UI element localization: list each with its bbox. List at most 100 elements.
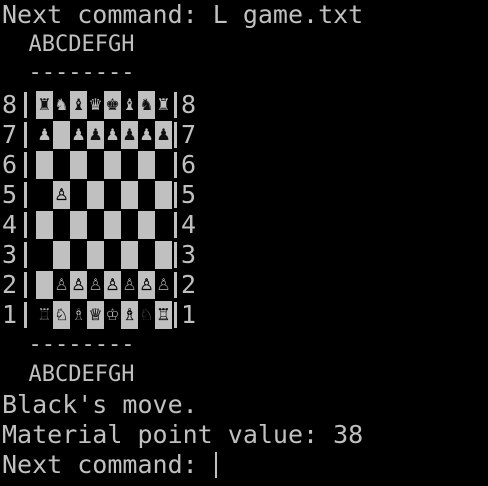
- board-square: ♙: [138, 271, 155, 299]
- board-square: ♟: [70, 121, 87, 149]
- chess-piece: ♛: [88, 95, 103, 114]
- chess-piece: ♘: [54, 305, 69, 324]
- chess-piece: ♝: [122, 95, 137, 114]
- board-square: [138, 151, 155, 179]
- board-square: [121, 211, 138, 239]
- board-square: ♟: [87, 121, 104, 149]
- board-border-left: [24, 302, 27, 328]
- chess-piece: ♞: [54, 95, 69, 114]
- rank-label-right: 2: [181, 270, 197, 299]
- board-border-right: [174, 92, 177, 118]
- rank-label-left: 7: [2, 120, 18, 149]
- board-square: [36, 241, 53, 269]
- board-square: [87, 151, 104, 179]
- chess-piece: ♞: [139, 95, 154, 114]
- rank-label-left: 1: [2, 300, 18, 329]
- board-square: [121, 151, 138, 179]
- board-square: [138, 181, 155, 209]
- board-border-left: [24, 182, 27, 208]
- board-square: ♙: [53, 181, 70, 209]
- dashes-bottom: --------: [2, 332, 135, 357]
- board-square: ♟: [138, 121, 155, 149]
- chess-piece: ♙: [54, 185, 69, 204]
- board-square: ♚: [104, 91, 121, 119]
- board-border-left: [24, 92, 27, 118]
- chess-piece: ♟: [105, 125, 120, 144]
- chess-piece: ♝: [71, 95, 86, 114]
- board-square: ♟: [104, 121, 121, 149]
- board-square: ♜: [155, 91, 172, 119]
- chess-piece: ♘: [139, 305, 154, 324]
- board-square: ♙: [87, 271, 104, 299]
- board-square: [155, 241, 172, 269]
- chess-piece: ♙: [122, 275, 137, 294]
- board-square: ♝: [70, 91, 87, 119]
- chess-piece: ♗: [71, 305, 86, 324]
- board-square: [104, 241, 121, 269]
- board-square: ♗: [70, 301, 87, 329]
- board-square: ♗: [121, 301, 138, 329]
- board-square: ♙: [70, 271, 87, 299]
- chess-piece: ♖: [156, 305, 171, 324]
- rank-label-right: 5: [181, 180, 197, 209]
- rank-label-right: 7: [181, 120, 197, 149]
- board-square: [53, 241, 70, 269]
- board-square: ♙: [53, 271, 70, 299]
- board-square: [104, 211, 121, 239]
- command-prompt[interactable]: Next command:: [2, 450, 217, 480]
- board-square: ♙: [104, 271, 121, 299]
- board-border-right: [174, 212, 177, 238]
- board-square: ♝: [121, 91, 138, 119]
- board-square: [155, 151, 172, 179]
- board-square: [121, 241, 138, 269]
- board-square: [138, 211, 155, 239]
- board-square: ♖: [36, 301, 53, 329]
- board-square: [70, 211, 87, 239]
- board-square: [53, 151, 70, 179]
- board-square: ♖: [155, 301, 172, 329]
- board-square: ♟: [121, 121, 138, 149]
- chess-piece: ♚: [105, 95, 120, 114]
- chess-piece: ♙: [139, 275, 154, 294]
- board-square: [36, 271, 53, 299]
- board-square: [53, 211, 70, 239]
- chess-piece: ♙: [105, 275, 120, 294]
- board-border-right: [174, 122, 177, 148]
- board-square: [36, 151, 53, 179]
- board-border-left: [24, 242, 27, 268]
- board-square: [87, 211, 104, 239]
- board-square: [87, 241, 104, 269]
- file-labels-top: ABCDEFGH: [2, 32, 135, 57]
- board-square: ♟: [155, 121, 172, 149]
- chess-piece: ♟: [122, 125, 137, 144]
- chess-piece: ♙: [71, 275, 86, 294]
- chess-piece: ♟: [37, 125, 52, 144]
- board-square: [138, 241, 155, 269]
- chess-piece: ♙: [156, 275, 171, 294]
- board-square: ♔: [104, 301, 121, 329]
- chess-piece: ♕: [88, 305, 103, 324]
- board-square: [70, 151, 87, 179]
- chess-piece: ♔: [105, 305, 120, 324]
- chess-piece: ♟: [156, 125, 171, 144]
- status-text: Black's move.: [2, 390, 198, 419]
- board-square: [70, 241, 87, 269]
- last-command-line: Next command: L game.txt: [2, 0, 364, 29]
- board-square: [155, 211, 172, 239]
- chess-piece: ♜: [37, 95, 52, 114]
- rank-label-right: 1: [181, 300, 197, 329]
- rank-label-right: 3: [181, 240, 197, 269]
- board-border-right: [174, 242, 177, 268]
- board-square: ♕: [87, 301, 104, 329]
- text-cursor: [214, 452, 217, 478]
- board-border-left: [24, 212, 27, 238]
- board-border-left: [24, 122, 27, 148]
- material-value-text: Material point value: 38: [2, 420, 364, 449]
- rank-label-left: 8: [2, 90, 18, 119]
- rank-label-left: 3: [2, 240, 18, 269]
- board-square: ♛: [87, 91, 104, 119]
- rank-label-right: 8: [181, 90, 197, 119]
- board-square: ♜: [36, 91, 53, 119]
- board-square: [104, 181, 121, 209]
- board-border-right: [174, 152, 177, 178]
